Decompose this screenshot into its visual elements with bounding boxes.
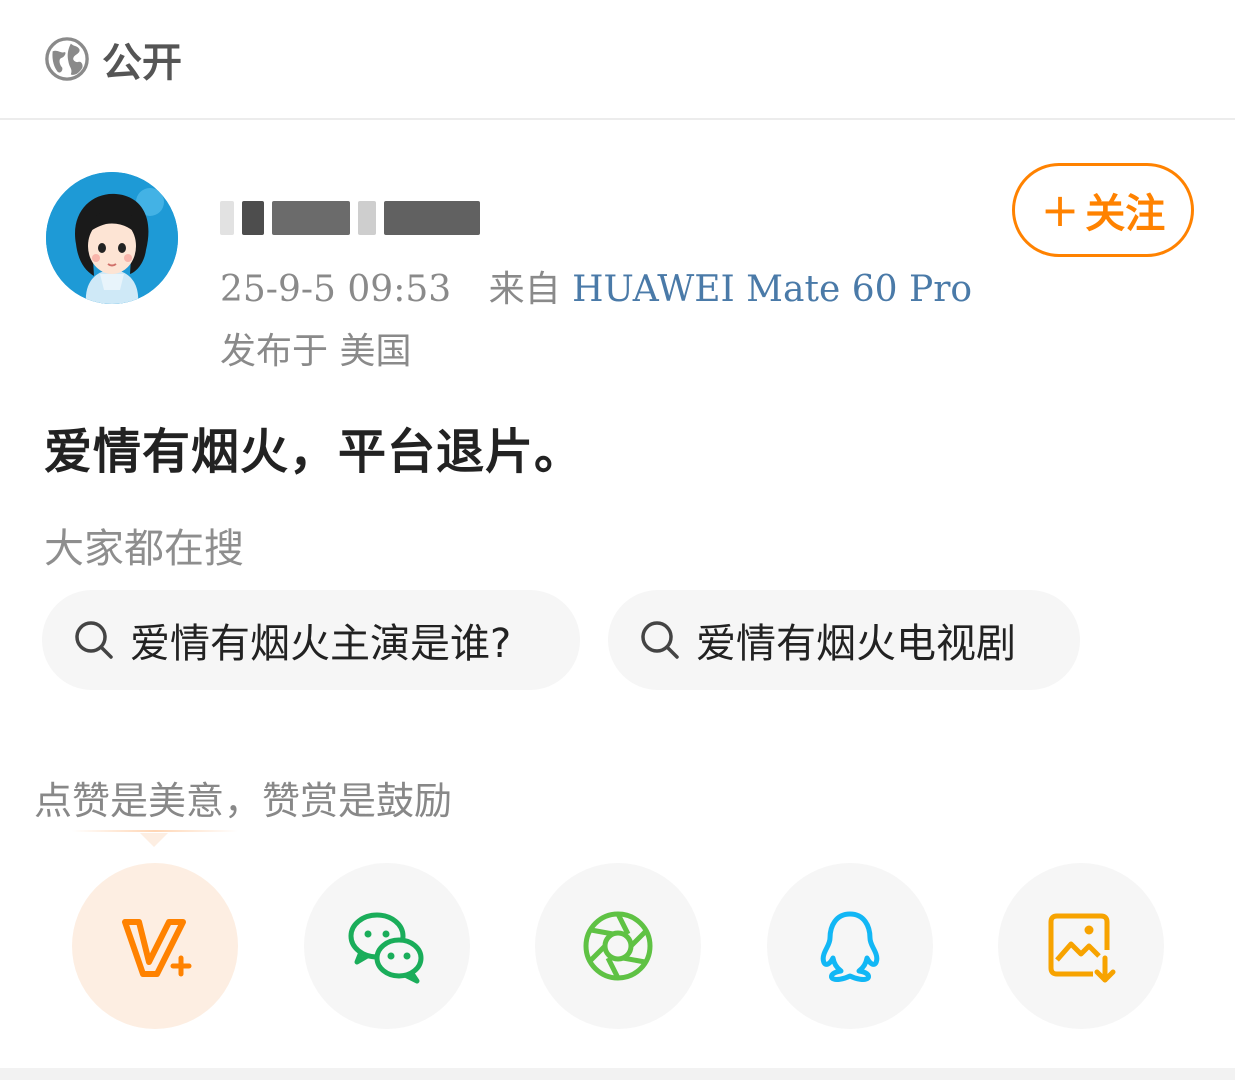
moments-icon (583, 911, 653, 981)
search-chip[interactable]: 爱情有烟火电视剧 (608, 590, 1080, 690)
search-section-title: 大家都在搜 (44, 526, 244, 572)
visibility-header: 公开 (0, 0, 1235, 120)
visibility-label: 公开 (102, 40, 182, 86)
post-time: 25-9-5 09:53 (220, 269, 452, 310)
plus-icon: + (1040, 183, 1080, 237)
post-location: 发布于 美国 (220, 331, 412, 372)
follow-label: 关注 (1085, 191, 1166, 237)
wechat-icon (348, 912, 424, 984)
v-plus-reward-icon (122, 919, 192, 977)
share-qq-button[interactable] (767, 863, 933, 1029)
search-chip-label: 爱情有烟火电视剧 (696, 621, 1016, 667)
share-wechat-button[interactable] (304, 863, 470, 1029)
save-image-icon (1048, 913, 1116, 983)
hint-divider (72, 830, 238, 832)
search-chip-label: 爱情有烟火主演是谁? (130, 621, 512, 667)
qq-icon (820, 911, 880, 982)
globe-icon (45, 37, 89, 81)
reward-button[interactable] (72, 863, 238, 1029)
share-moments-button[interactable] (535, 863, 701, 1029)
hint-caret (140, 833, 168, 847)
section-divider (0, 1068, 1235, 1080)
save-image-button[interactable] (998, 863, 1164, 1029)
device-link[interactable]: HUAWEI Mate 60 Pro (572, 269, 972, 310)
search-icon (641, 621, 679, 659)
follow-button[interactable]: + 关注 (1012, 163, 1194, 257)
search-chip[interactable]: 爱情有烟火主演是谁? (42, 590, 580, 690)
search-icon (75, 621, 113, 659)
post-meta: 25-9-5 09:53 来自 HUAWEI Mate 60 Pro (220, 260, 972, 312)
username-redacted[interactable] (220, 196, 550, 240)
post-content: 爱情有烟火，平台退片。 (44, 424, 584, 480)
avatar-girl-icon (46, 172, 178, 304)
avatar[interactable] (46, 172, 178, 304)
source-prefix: 来自 (488, 269, 561, 310)
reward-hint: 点赞是美意，赞赏是鼓励 (34, 779, 453, 823)
